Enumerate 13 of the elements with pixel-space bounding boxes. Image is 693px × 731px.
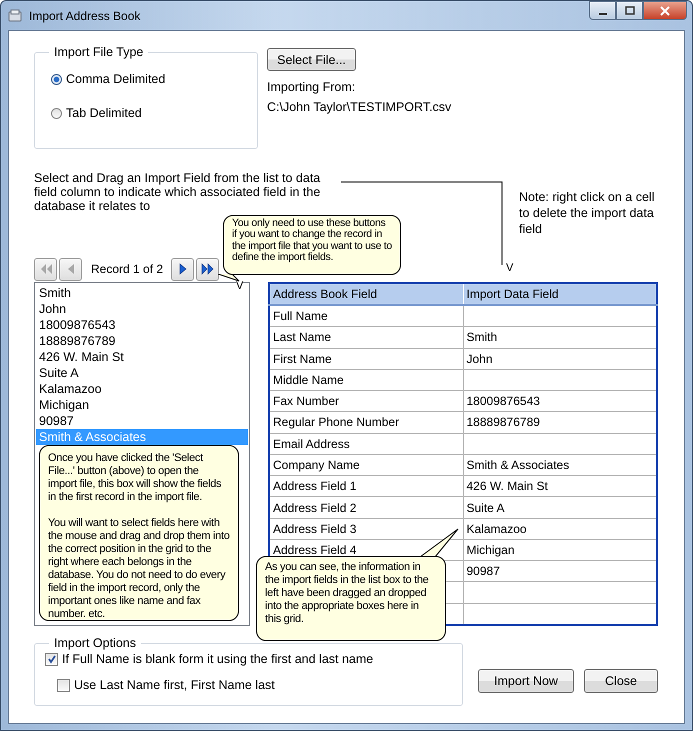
- callout-text: You only need to use these buttons if you want to change the record in the import file that you want to use to define the import fields.: [232, 218, 392, 264]
- callout-text: Once you have clicked the 'Select File...' button (above) to open the import file, this box will show the fields in the first record in the import file.: [48, 452, 222, 504]
- group-title: Import File Type: [53, 45, 144, 59]
- instructions-text: Select and Drag an Import Field from the list to data field column to indicate which associated field in the database it relates to: [34, 171, 322, 213]
- note-text: Note: right click on a cell to delete the import data field: [519, 189, 656, 237]
- record-counter: Record 1 of 2: [91, 262, 164, 276]
- callout-text: As you can see, the information in the import fields in the list box to the left have been dragged an dropped into the appropriate boxes here in this grid.: [265, 561, 430, 626]
- importing-from-label: Importing From:: [267, 80, 356, 94]
- file-path: C:\John Taylor\TESTIMPORT.csv: [267, 100, 452, 114]
- callout-text: You will want to select fields here with the mouse and drag and drop them into the correct position in the grid to the right where each belongs in the database. You do not need to do every field in the import record, only the important ones like name and fax number. etc.: [48, 517, 230, 621]
- window-title: Import Address Book: [29, 8, 140, 22]
- group-title: Import Options: [53, 636, 137, 650]
- arrow-marker: V: [506, 263, 514, 274]
